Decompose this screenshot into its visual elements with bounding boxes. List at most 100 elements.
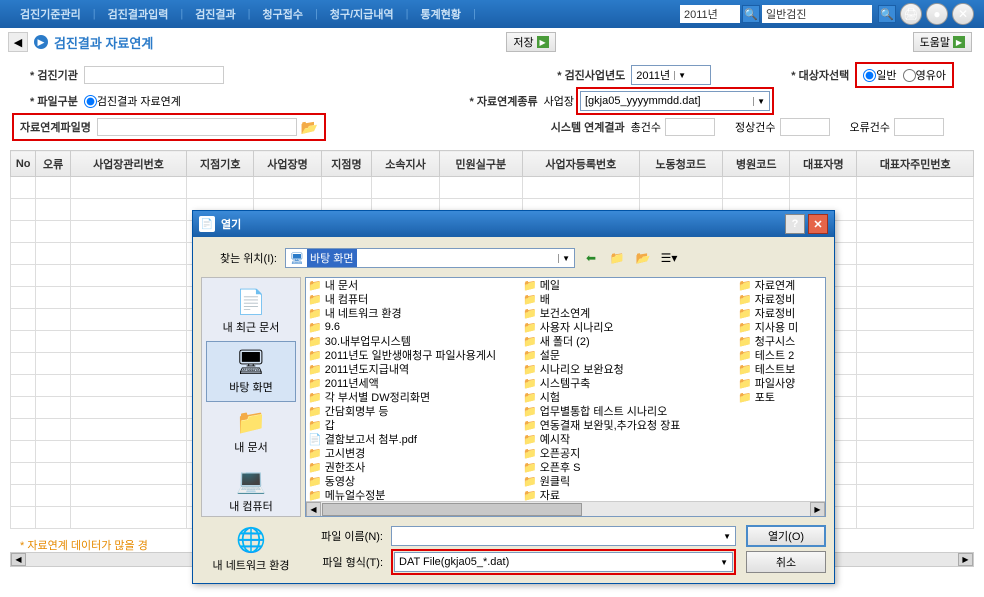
view-menu-icon[interactable]: ☰▾	[659, 248, 679, 268]
lookin-combo[interactable]: 🖥 바탕 화면 ▼	[285, 248, 575, 268]
file-item[interactable]: 📁자료연계	[736, 278, 826, 292]
menu-item-4[interactable]: 청구접수	[251, 6, 315, 22]
file-item[interactable]: 📁간담회명부 등	[306, 404, 521, 418]
file-item[interactable]: 📁메뉴얼수정분	[306, 488, 521, 502]
file-item[interactable]: 📁시스템구축	[521, 376, 736, 390]
year-combo[interactable]: 2011년▼	[631, 65, 711, 85]
file-item[interactable]: 📁30.내부업무시스템	[306, 334, 521, 348]
file-item[interactable]: 📁테스트보	[736, 362, 826, 376]
sidebar-mydocs[interactable]: 📁내 문서	[206, 402, 296, 461]
file-item[interactable]: 📁연동결재 보완및,추가요청 장표	[521, 418, 736, 432]
file-item[interactable]: 📁보건소연계	[521, 306, 736, 320]
help-button[interactable]: 도움말▶	[913, 32, 972, 52]
radio-infant[interactable]	[903, 69, 916, 82]
file-item[interactable]: 📁설문	[521, 348, 736, 362]
file-item[interactable]: 📁파일사양	[736, 376, 826, 390]
file-scrollbar[interactable]: ◀▶	[306, 501, 825, 516]
filename-combo[interactable]: ▼	[391, 526, 736, 546]
folder-open-icon[interactable]: 📂	[301, 119, 318, 136]
record-icon[interactable]: ●	[926, 3, 948, 25]
err-input[interactable]	[894, 118, 944, 136]
open-button[interactable]: 열기(O)	[746, 525, 826, 547]
file-item[interactable]: 📁내 네트워크 환경	[306, 306, 521, 320]
file-item[interactable]: 📁2011년도지급내역	[306, 362, 521, 376]
ok-input[interactable]	[780, 118, 830, 136]
file-item[interactable]: 📁2011년세액	[306, 376, 521, 390]
menu-item-5[interactable]: 청구/지급내역	[318, 6, 406, 22]
file-item[interactable]: 📁갑	[306, 418, 521, 432]
file-item[interactable]: 📁청구시스	[736, 334, 826, 348]
col-rep[interactable]: 대표자명	[790, 151, 857, 177]
file-item[interactable]: 📁업무별통합 테스트 시나리오	[521, 404, 736, 418]
back-nav-icon[interactable]: ⬅	[581, 248, 601, 268]
col-labor[interactable]: 노동청코드	[639, 151, 723, 177]
print-icon[interactable]: 🖨	[900, 3, 922, 25]
file-item[interactable]: 📁9.6	[306, 320, 521, 334]
back-icon[interactable]: ◀	[8, 32, 28, 52]
file-item[interactable]: 📁내 컴퓨터	[306, 292, 521, 306]
col-bizname[interactable]: 사업장명	[254, 151, 321, 177]
file-item[interactable]: 📁오픈후 S	[521, 460, 611, 474]
file-item[interactable]: 📁오픈공지	[521, 446, 611, 460]
exam-type-input[interactable]: 일반검진	[762, 5, 872, 23]
file-item[interactable]: 📁고시변경	[306, 446, 521, 460]
menu-item-3[interactable]: 검진결과	[183, 6, 247, 22]
file-item[interactable]: 📁예시작	[521, 432, 736, 446]
file-item[interactable]: 📁사용자 시나리오	[521, 320, 736, 334]
menu-item-6[interactable]: 통계현황	[409, 6, 473, 22]
col-civil[interactable]: 민원실구분	[439, 151, 523, 177]
col-hosp[interactable]: 병원코드	[723, 151, 790, 177]
col-repid[interactable]: 대표자주민번호	[857, 151, 974, 177]
file-item[interactable]: 📁자료정비	[736, 306, 826, 320]
inst-input[interactable]	[84, 66, 224, 84]
file-item[interactable]: 📁내 문서	[306, 278, 521, 292]
help-icon[interactable]: ?	[785, 214, 805, 234]
file-item[interactable]: 📁배	[521, 292, 736, 306]
file-item[interactable]: 📁동영상	[306, 474, 521, 488]
close-icon[interactable]: ✕	[952, 3, 974, 25]
sidebar-mycomp[interactable]: 💻내 컴퓨터	[206, 461, 296, 520]
search-icon[interactable]: 🔍	[742, 5, 760, 23]
radio-general[interactable]	[863, 69, 876, 82]
new-folder-icon[interactable]: 📂	[633, 248, 653, 268]
up-folder-icon[interactable]: 📁	[607, 248, 627, 268]
linktype-combo[interactable]: [gkja05_yyyymmdd.dat]▼	[580, 91, 770, 111]
menu-item-1[interactable]: 검진기준관리	[8, 6, 93, 22]
file-item[interactable]: 📁각 부서별 DW정리화면	[306, 390, 521, 404]
dialog-titlebar[interactable]: 📄 열기 ? ✕	[193, 211, 834, 237]
file-item[interactable]: 📁권한조사	[306, 460, 521, 474]
filename-input[interactable]	[97, 118, 297, 136]
col-bizno[interactable]: 사업장관리번호	[70, 151, 186, 177]
file-item[interactable]: 📁시험	[521, 390, 736, 404]
search-icon-2[interactable]: 🔍	[878, 5, 896, 23]
year-input[interactable]: 2011년	[680, 5, 740, 23]
menu-item-2[interactable]: 검진결과입력	[96, 6, 181, 22]
file-item[interactable]: 📁새 폴더 (2)	[521, 334, 736, 348]
file-item[interactable]: 📄결함보고서 첨부.pdf	[306, 432, 521, 446]
file-item[interactable]: 📁자료	[521, 488, 611, 502]
sidebar-desktop[interactable]: 🖥바탕 화면	[206, 341, 296, 402]
file-item[interactable]: 📁시나리오 보완요청	[521, 362, 736, 376]
radio-filediv[interactable]	[84, 95, 97, 108]
file-item[interactable]: 📁원클릭	[521, 474, 611, 488]
file-item[interactable]: 📁2011년도 일반생애청구 파일사용게시	[306, 348, 521, 362]
close-icon[interactable]: ✕	[808, 214, 828, 234]
total-input[interactable]	[665, 118, 715, 136]
file-item[interactable]: 📁메일	[521, 278, 736, 292]
col-office[interactable]: 소속지사	[372, 151, 439, 177]
sidebar-recent[interactable]: 📄내 최근 문서	[206, 282, 296, 341]
file-item[interactable]: 📁지사용 미	[736, 320, 826, 334]
cancel-button[interactable]: 취소	[746, 551, 826, 573]
col-branchname[interactable]: 지점명	[321, 151, 372, 177]
file-list[interactable]: 📁내 문서📁내 컴퓨터📁내 네트워크 환경📁9.6📁30.내부업무시스템📁201…	[305, 277, 826, 517]
file-item[interactable]: 📁포토	[736, 390, 826, 404]
file-item[interactable]: 📁테스트 2	[736, 348, 826, 362]
filetype-combo[interactable]: DAT File(gkja05_*.dat)▼	[394, 552, 733, 572]
file-item[interactable]: 📁자료정비	[736, 292, 826, 306]
save-button[interactable]: 저장▶	[506, 32, 555, 52]
col-no[interactable]: No	[11, 151, 36, 177]
col-regno[interactable]: 사업자등록번호	[523, 151, 639, 177]
col-err[interactable]: 오류	[36, 151, 70, 177]
filediv-label: 파일구분	[30, 93, 78, 109]
col-branchcode[interactable]: 지점기호	[187, 151, 254, 177]
